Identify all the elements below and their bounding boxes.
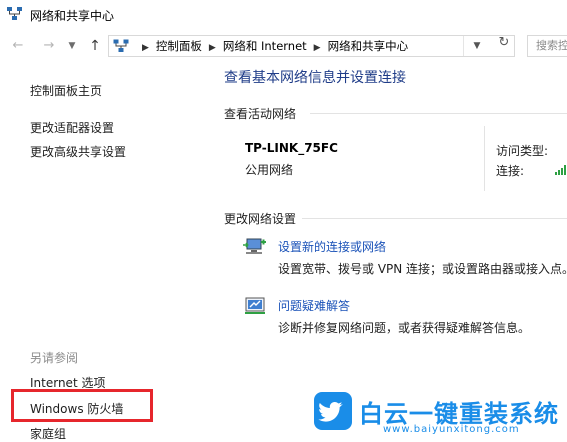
network-center-icon — [7, 7, 22, 20]
watermark: 白云一键重装系统 www.baiyunxitong.com — [313, 391, 567, 442]
address-bar[interactable]: ▶ 控制面板 ▶ 网络和 Internet ▶ 网络和共享中心 ▼ — [108, 35, 515, 57]
navigation-bar: ← → ▼ ↑ ▶ 控制面板 ▶ 网络和 Internet ▶ 网络和共享中心 ▼ ↻ 搜… — [0, 33, 567, 61]
up-arrow-icon[interactable]: ↑ — [86, 35, 104, 57]
network-type-link: 公用网络 — [245, 163, 294, 177]
window-title: 网络和共享中心 — [30, 9, 115, 23]
recent-locations-chevron-icon[interactable]: ▼ — [65, 35, 79, 57]
connections-label: 连接: — [496, 164, 525, 178]
section-divider — [310, 113, 567, 114]
breadcrumb-control-panel[interactable]: 控制面板 — [156, 39, 202, 53]
sidebar-item-homegroup[interactable]: 家庭组 — [30, 425, 66, 442]
troubleshoot-icon — [245, 297, 265, 314]
change-settings-label: 更改网络设置 — [224, 212, 297, 226]
refresh-icon[interactable]: ↻ — [493, 33, 515, 53]
sidebar-item-change-adapter-settings[interactable]: 更改适配器设置 — [30, 119, 114, 136]
watermark-url: www.baiyunxitong.com — [383, 424, 520, 435]
page-title: 查看基本网络信息并设置连接 — [224, 70, 406, 86]
sidebar-item-control-panel-home[interactable]: 控制面板主页 — [30, 82, 102, 99]
forward-arrow-icon[interactable]: → — [40, 35, 58, 57]
title-bar: 网络和共享中心 — [0, 0, 567, 30]
main-content: 查看基本网络信息并设置连接 查看活动网络 TP-LINK_75FC 公用网络 访… — [205, 62, 567, 442]
breadcrumb-network-sharing-center[interactable]: 网络和共享中心 — [328, 39, 409, 53]
red-highlight-box — [11, 389, 153, 422]
control-panel-icon — [113, 39, 129, 52]
vertical-divider — [484, 126, 485, 191]
back-arrow-icon[interactable]: ← — [9, 35, 27, 57]
troubleshoot-problems-link[interactable]: 问题疑难解答 — [278, 297, 350, 314]
breadcrumb-network-internet[interactable]: 网络和 Internet — [223, 39, 307, 53]
breadcrumb-separator-icon[interactable]: ▶ — [209, 43, 216, 53]
access-type-label: 访问类型: — [496, 144, 549, 158]
breadcrumb-separator-icon[interactable]: ▶ — [314, 43, 321, 53]
breadcrumb: ▶ 控制面板 ▶ 网络和 Internet ▶ 网络和共享中心 — [135, 36, 408, 56]
setup-new-connection-desc: 设置宽带、拨号或 VPN 连接；或设置路由器或接入点。 — [278, 262, 567, 276]
section-divider — [302, 218, 567, 219]
active-networks-label: 查看活动网络 — [224, 107, 297, 121]
address-dropdown-icon[interactable]: ▼ — [463, 36, 490, 56]
troubleshoot-problems-desc: 诊断并修复网络问题，或者获得疑难解答信息。 — [278, 321, 531, 335]
sidebar: 控制面板主页 更改适配器设置 更改高级共享设置 另请参阅 Internet 选项… — [0, 62, 205, 442]
new-connection-icon — [243, 238, 266, 254]
twitter-bird-logo-icon — [314, 392, 352, 430]
see-also-heading: 另请参阅 — [30, 351, 79, 365]
wifi-signal-icon[interactable] — [555, 163, 567, 175]
setup-new-connection-link[interactable]: 设置新的连接或网络 — [278, 238, 386, 255]
network-name: TP-LINK_75FC — [245, 141, 338, 155]
search-input[interactable]: 搜索控制 — [527, 35, 567, 57]
breadcrumb-separator-icon: ▶ — [142, 43, 149, 53]
sidebar-item-change-advanced-sharing[interactable]: 更改高级共享设置 — [30, 143, 126, 160]
